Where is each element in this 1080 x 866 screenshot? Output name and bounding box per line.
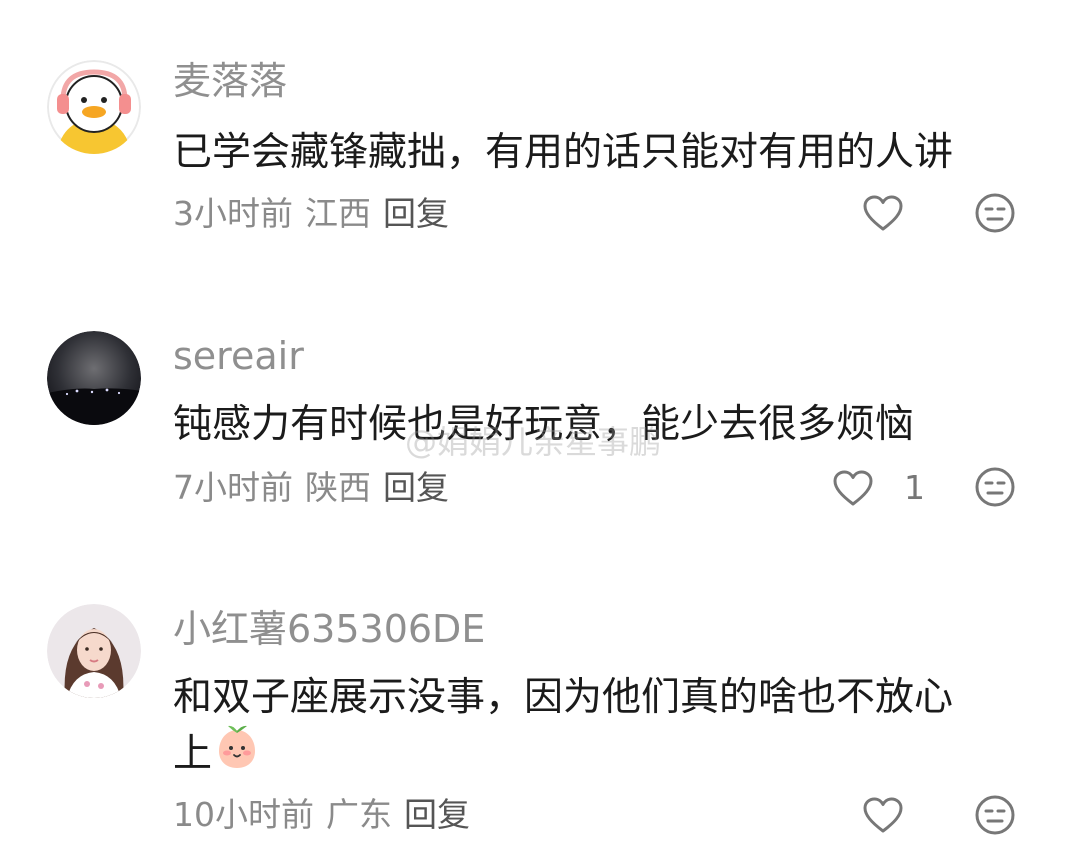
duck-avatar-icon bbox=[47, 60, 141, 154]
comment-location: 广东 bbox=[326, 795, 392, 834]
peach-face-emoji-icon bbox=[219, 725, 256, 768]
girl-avatar-icon bbox=[47, 604, 141, 698]
comment-time: 3小时前 bbox=[173, 194, 293, 233]
username[interactable]: sereair bbox=[173, 333, 304, 379]
comment-location: 江西 bbox=[305, 194, 371, 233]
avatar[interactable] bbox=[47, 331, 141, 425]
reply-button[interactable]: 回复 bbox=[404, 795, 470, 834]
comment-text-line2: 上 bbox=[173, 724, 1043, 788]
peach-face-emoji bbox=[214, 724, 260, 788]
avatar[interactable] bbox=[47, 604, 141, 698]
heart-icon bbox=[863, 195, 903, 231]
like-button[interactable] bbox=[862, 796, 904, 834]
comment-text: 和双子座展示没事，因为他们真的啥也不放心 bbox=[173, 675, 954, 720]
comment-text-continued: 上 bbox=[173, 731, 213, 777]
username[interactable]: 小红薯635306DE bbox=[173, 606, 485, 652]
heart-icon bbox=[833, 470, 873, 505]
comment-time: 7小时前 bbox=[173, 468, 293, 507]
avatar[interactable] bbox=[47, 60, 141, 154]
watermark: @娟娟儿亲星事鹏 bbox=[405, 423, 662, 461]
neutral-face-icon bbox=[975, 193, 1015, 233]
comment-location: 陕西 bbox=[305, 468, 371, 507]
dislike-button[interactable] bbox=[974, 794, 1016, 836]
like-button[interactable] bbox=[862, 194, 904, 232]
like-count: 1 bbox=[904, 468, 925, 507]
dislike-button[interactable] bbox=[974, 466, 1016, 508]
night-sky-avatar-icon bbox=[47, 331, 141, 425]
comment-time: 10小时前 bbox=[173, 795, 314, 834]
reply-button[interactable]: 回复 bbox=[383, 194, 449, 233]
comment-text: 已学会藏锋藏拙，有用的话只能对有用的人讲 bbox=[173, 130, 954, 175]
dislike-button[interactable] bbox=[974, 192, 1016, 234]
comment-meta: 10小时前 广东 回复 bbox=[173, 793, 482, 837]
comment-meta: 7小时前 陕西 回复 bbox=[173, 466, 461, 510]
like-button[interactable]: 1 bbox=[832, 468, 925, 507]
neutral-face-icon bbox=[975, 795, 1015, 835]
comment-meta: 3小时前 江西 回复 bbox=[173, 192, 461, 236]
username[interactable]: 麦落落 bbox=[173, 58, 287, 104]
neutral-face-icon bbox=[975, 467, 1015, 507]
reply-button[interactable]: 回复 bbox=[383, 468, 449, 507]
heart-icon bbox=[863, 797, 903, 833]
